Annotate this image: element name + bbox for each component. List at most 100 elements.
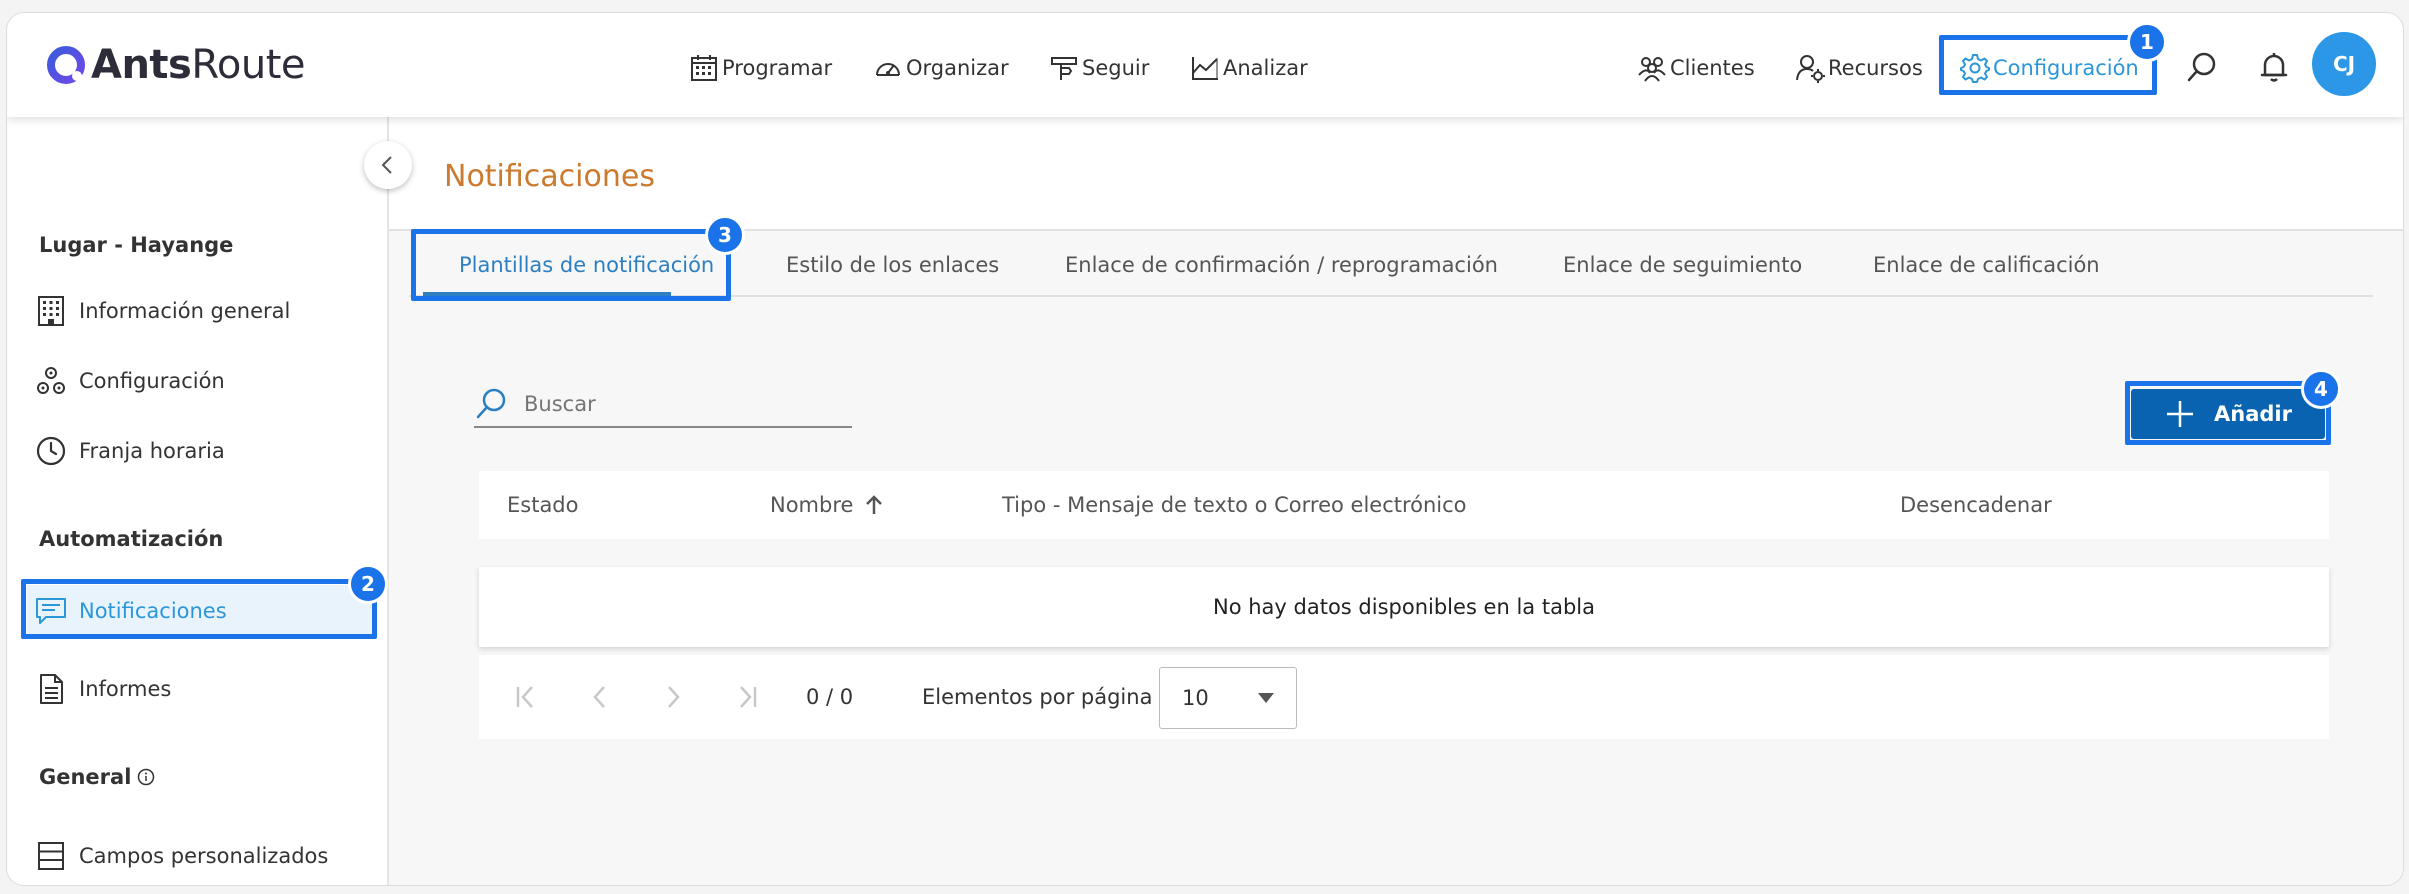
previous-page-button[interactable]	[582, 679, 618, 715]
add-button[interactable]: Añadir	[2131, 389, 2325, 439]
nav-clientes[interactable]: Clientes	[1637, 51, 1755, 85]
sidebar-item-label: Informes	[79, 677, 172, 701]
nav-programar-label: Programar	[722, 56, 833, 80]
notifications-button[interactable]	[2254, 47, 2294, 87]
clock-icon	[36, 436, 66, 466]
sidebar-section-general-label: General	[39, 765, 132, 789]
gear-icon	[1960, 54, 1990, 83]
sidebar-section-automatizacion: Automatización	[39, 527, 224, 551]
sidebar-item-configuracion[interactable]: Configuración	[35, 361, 225, 401]
message-icon	[36, 598, 66, 624]
page-title: Notificaciones	[444, 159, 655, 194]
nav-recursos-label: Recursos	[1828, 56, 1923, 80]
sidebar-item-label: Información general	[79, 299, 291, 323]
sidebar-section-lugar: Lugar - Hayange	[39, 233, 234, 257]
nav-organizar-label: Organizar	[906, 56, 1009, 80]
column-header-nombre[interactable]: Nombre	[770, 493, 885, 517]
items-per-page-value: 10	[1182, 686, 1209, 710]
nav-organizar[interactable]: Organizar	[873, 51, 1009, 85]
search-field[interactable]	[474, 382, 852, 428]
calendar-icon	[691, 55, 717, 81]
sidebar-item-label: Notificaciones	[79, 599, 227, 623]
next-page-button[interactable]	[655, 679, 691, 715]
items-per-page-label: Elementos por página	[922, 685, 1153, 709]
sort-arrow-up-icon	[866, 495, 883, 514]
caret-down-icon	[1258, 693, 1274, 703]
search-icon	[2187, 52, 2216, 82]
nav-recursos[interactable]: Recursos	[1795, 51, 1923, 85]
chevron-left-icon	[593, 686, 605, 708]
nav-configuracion-label: Configuración	[1993, 56, 2139, 80]
user-avatar[interactable]: CJ	[2312, 32, 2376, 96]
gears-icon	[37, 367, 65, 394]
search-input[interactable]	[522, 391, 826, 417]
tab-plantillas[interactable]: Plantillas de notificación	[459, 253, 714, 277]
sidebar-section-general: General	[39, 765, 155, 789]
title-bar: Notificaciones	[389, 117, 2403, 231]
sidebar: Lugar - Hayange Información general Conf…	[7, 117, 389, 885]
nav-programar[interactable]: Programar	[689, 51, 832, 85]
add-button-label: Añadir	[2214, 402, 2292, 426]
sidebar-item-notificaciones[interactable]: Notificaciones	[27, 585, 375, 637]
nav-clientes-label: Clientes	[1670, 56, 1755, 80]
chevron-left-icon	[381, 156, 392, 174]
sidebar-item-franja-horaria[interactable]: Franja horaria	[35, 431, 225, 471]
pagination-bar: 0 / 0 Elementos por página 10	[479, 655, 2329, 739]
page-range-text: 0 / 0	[806, 685, 854, 709]
column-header-estado[interactable]: Estado	[507, 493, 579, 517]
nav-seguir-label: Seguir	[1082, 56, 1150, 80]
nav-analizar-label: Analizar	[1223, 56, 1308, 80]
tab-estilo-enlaces[interactable]: Estilo de los enlaces	[786, 253, 999, 277]
last-page-button[interactable]	[728, 679, 764, 715]
sidebar-collapse-button[interactable]	[364, 141, 412, 189]
tab-enlace-seguimiento[interactable]: Enlace de seguimiento	[1563, 253, 1802, 277]
antsroute-logo-icon	[47, 46, 85, 84]
step-badge-3: 3	[705, 215, 745, 255]
column-header-tipo[interactable]: Tipo - Mensaje de texto o Correo electró…	[1002, 493, 1467, 517]
nav-seguir[interactable]: Seguir	[1049, 51, 1149, 85]
signpost-icon	[1051, 57, 1077, 80]
tab-divider	[409, 295, 2373, 297]
step-badge-1: 1	[2127, 22, 2167, 62]
nav-configuracion[interactable]: Configuración	[1960, 51, 2139, 85]
step-badge-4: 4	[2301, 369, 2341, 409]
antsroute-logo[interactable]: Ants Route	[45, 39, 305, 91]
active-tab-underline	[423, 292, 671, 296]
bell-icon	[2260, 53, 2288, 82]
sidebar-item-label: Campos personalizados	[79, 844, 329, 868]
brand-name-light: Route	[191, 42, 305, 88]
column-header-nombre-label: Nombre	[770, 493, 854, 517]
plus-icon	[2167, 401, 2194, 427]
table-header: Estado Nombre Tipo - Mensaje de texto o …	[479, 471, 2329, 539]
users-icon	[1638, 57, 1666, 82]
tab-enlace-confirmacion[interactable]: Enlace de confirmación / reprogramación	[1065, 253, 1498, 277]
chart-line-icon	[1192, 57, 1218, 80]
chevron-right-icon	[668, 686, 680, 708]
step-badge-2: 2	[348, 564, 388, 604]
sidebar-item-label: Franja horaria	[79, 439, 225, 463]
last-page-icon	[740, 686, 757, 708]
main-content: Notificaciones Plantillas de notificació…	[389, 117, 2403, 885]
sidebar-item-label: Configuración	[79, 369, 225, 393]
document-icon	[40, 674, 63, 704]
sidebar-item-campos-personalizados[interactable]: Campos personalizados	[35, 836, 328, 876]
brand-name-bold: Ants	[91, 42, 192, 88]
search-icon	[476, 388, 506, 419]
tab-enlace-calificacion[interactable]: Enlace de calificación	[1873, 253, 2100, 277]
search-button[interactable]	[2182, 47, 2222, 87]
table-empty-row: No hay datos disponibles en la tabla	[479, 567, 2329, 647]
app-window: Ants Route Programar Organizar Seguir Ana…	[6, 12, 2404, 886]
first-page-button[interactable]	[509, 679, 545, 715]
speedometer-icon	[876, 63, 900, 76]
sidebar-item-informacion-general[interactable]: Información general	[35, 291, 290, 331]
building-icon	[38, 296, 64, 326]
nav-analizar[interactable]: Analizar	[1190, 51, 1308, 85]
first-page-icon	[516, 686, 533, 708]
column-header-desencadenar[interactable]: Desencadenar	[1900, 493, 2052, 517]
top-header: Ants Route Programar Organizar Seguir Ana…	[7, 13, 2403, 117]
info-icon[interactable]	[137, 768, 155, 786]
sidebar-item-informes[interactable]: Informes	[35, 669, 171, 709]
items-per-page-select[interactable]: 10	[1159, 667, 1297, 729]
user-gear-icon	[1796, 55, 1825, 83]
list-layout-icon	[38, 842, 64, 870]
